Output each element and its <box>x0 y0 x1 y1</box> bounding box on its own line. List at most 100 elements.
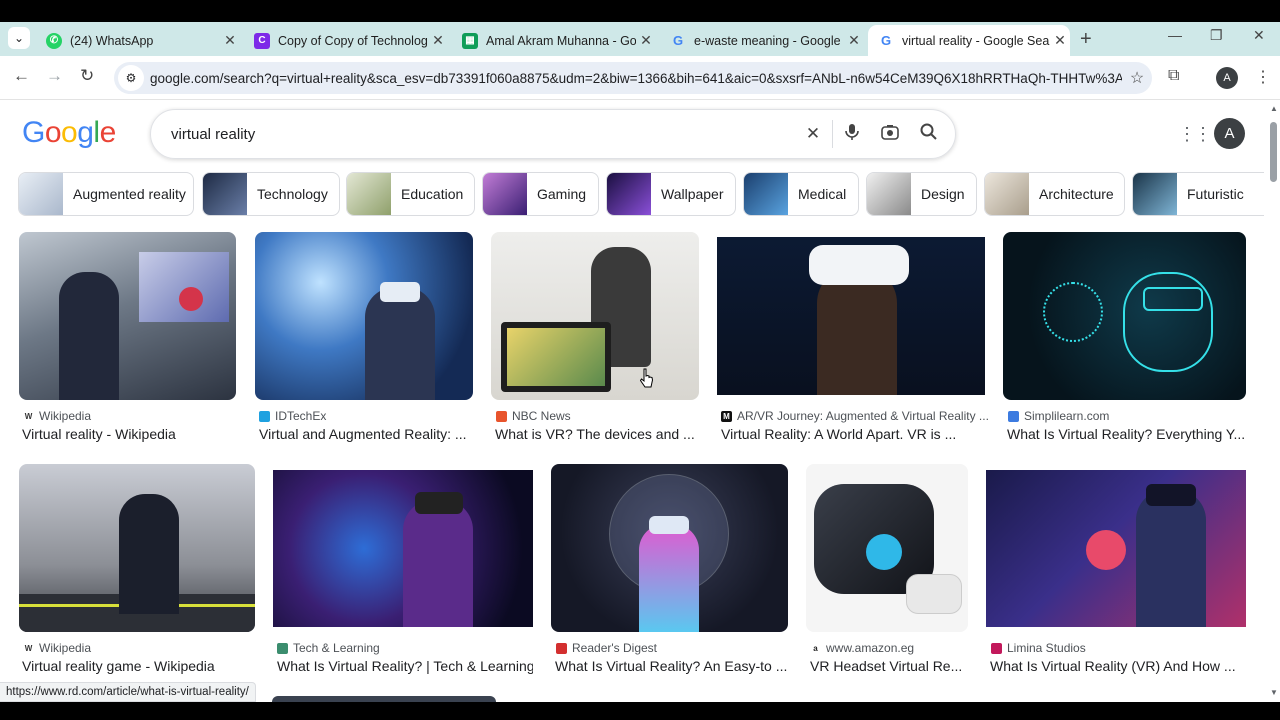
chip-label: Wallpaper <box>661 186 724 202</box>
microphone-icon[interactable] <box>833 123 871 146</box>
chip-thumbnail <box>483 173 527 215</box>
tab-search-button[interactable]: ⌄ <box>8 27 30 49</box>
reload-icon[interactable]: ↻ <box>80 66 94 86</box>
tab-sheets[interactable]: ▦ Amal Akram Muhanna - Goo ✕ <box>452 25 656 56</box>
close-icon[interactable]: ✕ <box>428 32 448 49</box>
result-image[interactable] <box>19 464 255 632</box>
result-caption[interactable]: Virtual Reality: A World Apart. VR is ..… <box>721 426 985 442</box>
tab-title: virtual reality - Google Searc <box>902 33 1050 48</box>
tab-strip: ⌄ ✆ (24) WhatsApp ✕ C Copy of Copy of Te… <box>0 22 1280 56</box>
page-scrollbar[interactable]: ▲ ▼ <box>1268 100 1280 702</box>
source-name: NBC News <box>512 409 571 423</box>
canva-icon: C <box>254 32 270 49</box>
chip-education[interactable]: Education <box>346 172 475 216</box>
bookmark-star-icon[interactable]: ☆ <box>1122 68 1152 88</box>
search-input[interactable]: virtual reality <box>171 126 794 143</box>
result-caption[interactable]: What Is Virtual Reality (VR) And How ... <box>990 658 1246 674</box>
new-tab-button[interactable]: + <box>1080 28 1092 51</box>
minimize-icon[interactable]: — <box>1168 27 1182 43</box>
chip-wallpaper[interactable]: Wallpaper <box>606 172 736 216</box>
chip-thumbnail <box>347 173 391 215</box>
chip-futuristic[interactable]: Futuristic <box>1132 172 1264 216</box>
tab-title: e-waste meaning - Google S <box>694 33 844 48</box>
whatsapp-icon: ✆ <box>46 32 62 49</box>
result-image[interactable] <box>273 470 533 627</box>
source-name: Simplilearn.com <box>1024 409 1110 423</box>
chip-thumbnail <box>203 173 247 215</box>
wikipedia-icon: W <box>23 410 34 422</box>
nbc-peacock-icon <box>496 410 507 422</box>
result-image[interactable] <box>806 464 968 632</box>
chip-gaming[interactable]: Gaming <box>482 172 599 216</box>
result-source: W Wikipedia <box>23 641 91 655</box>
tab-ewaste[interactable]: G e-waste meaning - Google S ✕ <box>660 25 864 56</box>
clear-icon[interactable]: ✕ <box>794 124 832 144</box>
close-icon[interactable]: ✕ <box>844 32 864 49</box>
close-icon[interactable]: ✕ <box>1050 32 1070 49</box>
close-icon[interactable]: ✕ <box>636 32 656 49</box>
search-icon[interactable] <box>909 123 947 145</box>
chip-augmented-reality[interactable]: Augmented reality <box>18 172 194 216</box>
close-window-icon[interactable]: ✕ <box>1253 27 1265 44</box>
source-name: IDTechEx <box>275 409 327 423</box>
tab-title: (24) WhatsApp <box>70 33 154 48</box>
scroll-up-icon[interactable]: ▲ <box>1270 104 1278 113</box>
result-caption[interactable]: VR Headset Virtual Re... <box>810 658 970 674</box>
link-status-bar: https://www.rd.com/article/what-is-virtu… <box>0 682 256 702</box>
result-source: a www.amazon.eg <box>810 641 914 655</box>
result-image[interactable] <box>986 470 1246 627</box>
wikipedia-icon: W <box>23 642 34 654</box>
chip-thumbnail <box>19 173 63 215</box>
result-image[interactable] <box>19 232 236 400</box>
chip-architecture[interactable]: Architecture <box>984 172 1125 216</box>
source-name: Wikipedia <box>39 409 92 423</box>
result-source: NBC News <box>496 409 571 423</box>
result-caption[interactable]: What is VR? The devices and ... <box>495 426 699 442</box>
back-icon[interactable]: ← <box>13 66 30 86</box>
google-logo[interactable]: Google <box>22 116 116 150</box>
restore-icon[interactable]: ❐ <box>1210 27 1223 44</box>
chip-medical[interactable]: Medical <box>743 172 859 216</box>
chip-thumbnail <box>985 173 1029 215</box>
result-image[interactable] <box>491 232 699 400</box>
result-image[interactable] <box>551 464 788 632</box>
window-top-bar <box>0 0 1280 22</box>
address-bar[interactable]: ⚙ google.com/search?q=virtual+reality&sc… <box>114 62 1152 94</box>
simplilearn-icon <box>1008 410 1019 422</box>
result-source: W Wikipedia <box>23 409 91 423</box>
arvr-journey-icon: M <box>721 410 732 422</box>
camera-lens-icon[interactable] <box>871 124 909 145</box>
chip-thumbnail <box>867 173 911 215</box>
site-info-icon[interactable]: ⚙ <box>118 65 144 91</box>
scrollbar-thumb[interactable] <box>1270 122 1277 182</box>
chip-thumbnail <box>1133 173 1177 215</box>
tab-virtual-reality[interactable]: G virtual reality - Google Searc ✕ <box>868 25 1070 56</box>
close-icon[interactable]: ✕ <box>220 32 240 49</box>
result-image[interactable] <box>1003 232 1246 400</box>
extensions-icon[interactable]: ⧉ <box>1168 67 1179 85</box>
chip-technology[interactable]: Technology <box>202 172 340 216</box>
search-box[interactable]: virtual reality ✕ <box>150 109 956 159</box>
mouse-cursor-icon <box>640 368 654 388</box>
result-caption[interactable]: Virtual reality game - Wikipedia <box>22 658 254 674</box>
result-image[interactable] <box>255 232 473 400</box>
result-caption[interactable]: Virtual and Augmented Reality: ... <box>259 426 473 442</box>
source-name: www.amazon.eg <box>826 641 915 655</box>
profile-avatar[interactable]: A <box>1216 67 1238 89</box>
refinement-chips: Augmented reality Technology Education G… <box>18 172 1264 216</box>
chip-design[interactable]: Design <box>866 172 977 216</box>
result-caption[interactable]: Virtual reality - Wikipedia <box>22 426 236 442</box>
result-caption[interactable]: What Is Virtual Reality? An Easy-to ... <box>555 658 788 674</box>
result-caption[interactable]: What Is Virtual Reality? Everything Y... <box>1007 426 1246 442</box>
tab-title: Amal Akram Muhanna - Goo <box>486 33 636 48</box>
browser-toolbar: ← → ↻ ⚙ google.com/search?q=virtual+real… <box>0 56 1280 100</box>
scroll-down-icon[interactable]: ▼ <box>1270 688 1278 697</box>
url-text[interactable]: google.com/search?q=virtual+reality&sca_… <box>150 71 1122 86</box>
result-caption[interactable]: What Is Virtual Reality? | Tech & Learni… <box>277 658 533 674</box>
result-image[interactable] <box>717 237 985 395</box>
menu-kebab-icon[interactable]: ⋮ <box>1255 67 1271 87</box>
account-avatar[interactable]: A <box>1214 118 1245 149</box>
forward-icon[interactable]: → <box>46 66 63 86</box>
tab-canva[interactable]: C Copy of Copy of Technology ✕ <box>244 25 448 56</box>
tab-whatsapp[interactable]: ✆ (24) WhatsApp ✕ <box>36 25 240 56</box>
